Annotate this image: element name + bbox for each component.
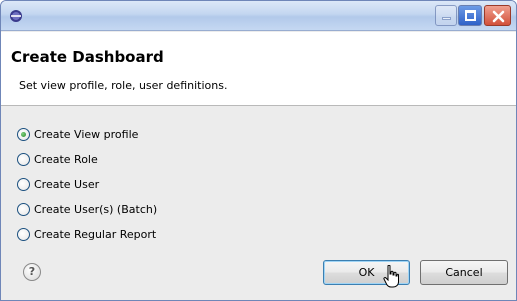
option-label: Create Regular Report — [34, 228, 157, 241]
option-label: Create User(s) (Batch) — [34, 203, 158, 216]
minimize-icon — [442, 17, 451, 20]
option-create-view-profile[interactable]: Create View profile — [17, 122, 157, 147]
option-label: Create Role — [34, 153, 98, 166]
close-icon — [492, 10, 505, 23]
title-bar[interactable] — [1, 1, 516, 31]
mouse-pointer-icon — [383, 265, 399, 288]
radio-button[interactable] — [17, 203, 30, 216]
radio-button[interactable] — [17, 153, 30, 166]
option-create-regular-report[interactable]: Create Regular Report — [17, 222, 157, 247]
create-dashboard-dialog: Create Dashboard Set view profile, role,… — [0, 0, 517, 301]
option-label: Create View profile — [34, 128, 139, 141]
cancel-button[interactable]: Cancel — [420, 260, 508, 285]
maximize-icon — [465, 10, 476, 21]
help-icon[interactable]: ? — [23, 263, 41, 281]
dialog-header: Create Dashboard Set view profile, role,… — [1, 32, 516, 106]
app-icon — [10, 10, 22, 22]
option-create-role[interactable]: Create Role — [17, 147, 157, 172]
radio-button[interactable] — [17, 128, 30, 141]
dialog-description: Set view profile, role, user definitions… — [19, 79, 228, 92]
minimize-button[interactable] — [435, 5, 457, 26]
dialog-title: Create Dashboard — [11, 48, 164, 66]
close-button[interactable] — [484, 5, 511, 26]
radio-button[interactable] — [17, 178, 30, 191]
create-options-group: Create View profile Create Role Create U… — [17, 122, 157, 247]
maximize-button[interactable] — [458, 5, 482, 26]
option-create-users-batch[interactable]: Create User(s) (Batch) — [17, 197, 157, 222]
radio-button[interactable] — [17, 228, 30, 241]
option-label: Create User — [34, 178, 100, 191]
option-create-user[interactable]: Create User — [17, 172, 157, 197]
